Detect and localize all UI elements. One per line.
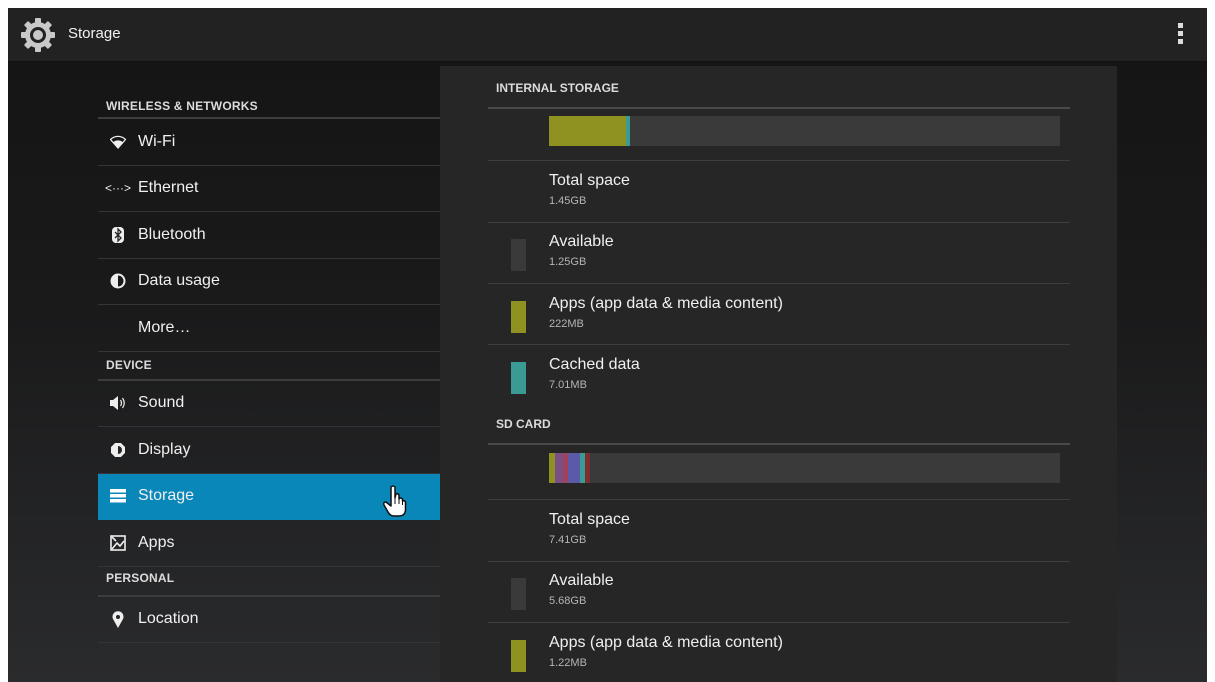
hand-cursor-icon bbox=[383, 484, 407, 517]
overflow-menu-icon[interactable] bbox=[1170, 21, 1190, 49]
row-value: 7.41GB bbox=[549, 534, 587, 546]
section-header-personal: PERSONAL bbox=[98, 567, 440, 597]
apps-color-swatch bbox=[511, 301, 526, 333]
settings-headers-list: WIRELESS & NETWORKS Wi-Fi <···> Ethernet… bbox=[98, 88, 440, 643]
page-title: Storage bbox=[68, 25, 121, 42]
divider bbox=[488, 499, 1070, 500]
sidebar-item-label: Wi-Fi bbox=[138, 132, 176, 150]
sidebar-item-label: Ethernet bbox=[138, 179, 199, 197]
sd-card-usage-bar bbox=[549, 453, 1060, 483]
sidebar-item-label: More… bbox=[138, 318, 191, 336]
sidebar-item-ethernet[interactable]: <···> Ethernet bbox=[98, 166, 440, 212]
ethernet-icon: <···> bbox=[104, 181, 131, 196]
apps-icon bbox=[98, 534, 138, 551]
sd-available-row[interactable]: Available 5.68GB bbox=[488, 562, 1070, 622]
usage-segment-5 bbox=[584, 453, 590, 483]
row-label: Apps (app data & media content) bbox=[549, 295, 783, 312]
sidebar-item-label: Location bbox=[138, 610, 199, 628]
divider bbox=[488, 344, 1070, 345]
row-value: 7.01MB bbox=[549, 379, 587, 391]
sidebar-item-location[interactable]: Location bbox=[98, 597, 440, 643]
sidebar-item-label: Bluetooth bbox=[138, 225, 206, 243]
usage-segment-3 bbox=[568, 453, 580, 483]
row-value: 5.68GB bbox=[549, 595, 587, 607]
row-value: 1.45GB bbox=[549, 195, 587, 207]
internal-available-row[interactable]: Available 1.25GB bbox=[488, 223, 1070, 283]
sidebar-item-data-usage[interactable]: Data usage bbox=[98, 259, 440, 305]
sidebar-item-wifi[interactable]: Wi-Fi bbox=[98, 119, 440, 166]
internal-cached-row[interactable]: Cached data 7.01MB bbox=[488, 346, 1070, 406]
sidebar-item-apps[interactable]: Apps bbox=[98, 520, 440, 567]
sidebar-item-label: Sound bbox=[138, 394, 185, 412]
sidebar-item-label: Display bbox=[138, 440, 191, 458]
row-value: 1.22MB bbox=[549, 657, 587, 669]
sd-apps-row[interactable]: Apps (app data & media content) 1.22MB bbox=[488, 624, 1070, 682]
bluetooth-icon bbox=[98, 226, 138, 243]
wifi-icon bbox=[98, 135, 138, 149]
row-label: Available bbox=[549, 572, 614, 589]
sidebar-item-sound[interactable]: Sound bbox=[98, 381, 440, 427]
row-label: Total space bbox=[549, 172, 630, 189]
brightness-icon bbox=[98, 442, 138, 458]
usage-segment-apps bbox=[549, 116, 626, 146]
sidebar-item-storage[interactable]: Storage bbox=[98, 473, 440, 520]
sidebar-item-bluetooth[interactable]: Bluetooth bbox=[98, 212, 440, 259]
settings-gear-icon[interactable] bbox=[20, 17, 56, 53]
row-label: Cached data bbox=[549, 356, 640, 373]
section-header-device: DEVICE bbox=[98, 352, 440, 381]
data-usage-icon bbox=[98, 273, 138, 289]
settings-screen: Storage WIRELESS & NETWORKS Wi-Fi <···> … bbox=[8, 8, 1207, 682]
divider bbox=[488, 160, 1070, 161]
sd-card-header: SD CARD bbox=[488, 413, 1070, 445]
apps-color-swatch bbox=[511, 640, 526, 672]
available-color-swatch bbox=[511, 578, 526, 610]
internal-apps-row[interactable]: Apps (app data & media content) 222MB bbox=[488, 285, 1070, 345]
sidebar-item-label: Data usage bbox=[138, 272, 220, 290]
action-bar: Storage bbox=[8, 8, 1207, 62]
row-label: Total space bbox=[549, 511, 630, 528]
internal-storage-usage-bar bbox=[549, 116, 1060, 146]
speaker-icon bbox=[98, 395, 138, 411]
available-color-swatch bbox=[511, 239, 526, 271]
cached-color-swatch bbox=[511, 362, 526, 394]
sidebar-item-more[interactable]: More… bbox=[98, 305, 440, 352]
location-pin-icon bbox=[98, 610, 138, 628]
usage-segment-cached bbox=[625, 116, 630, 146]
storage-icon bbox=[98, 489, 138, 503]
divider bbox=[488, 622, 1070, 623]
storage-detail-panel: INTERNAL STORAGE Total space 1.45GB Avai… bbox=[440, 66, 1117, 682]
sd-total-space-row: Total space 7.41GB bbox=[488, 501, 1070, 561]
row-label: Available bbox=[549, 233, 614, 250]
usage-segment-1 bbox=[555, 453, 564, 483]
section-header-wireless: WIRELESS & NETWORKS bbox=[98, 88, 440, 119]
internal-storage-header: INTERNAL STORAGE bbox=[488, 77, 1070, 109]
sidebar-item-label: Apps bbox=[138, 533, 175, 551]
row-value: 222MB bbox=[549, 318, 584, 330]
sidebar-item-label: Storage bbox=[138, 487, 195, 505]
row-label: Apps (app data & media content) bbox=[549, 634, 783, 651]
divider bbox=[488, 283, 1070, 284]
row-value: 1.25GB bbox=[549, 256, 587, 268]
internal-total-space-row: Total space 1.45GB bbox=[488, 162, 1070, 222]
sidebar-item-display[interactable]: Display bbox=[98, 427, 440, 474]
